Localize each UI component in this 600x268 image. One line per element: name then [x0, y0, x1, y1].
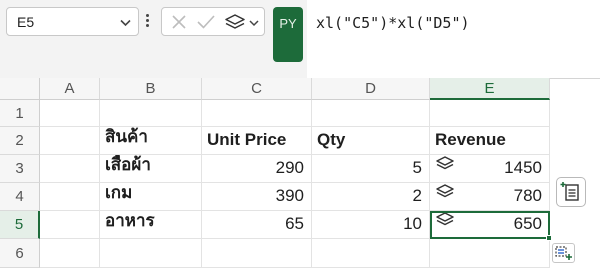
- card-view-icon: [560, 182, 579, 201]
- cancel-x-icon[interactable]: [170, 13, 188, 36]
- insert-data-card-button[interactable]: [556, 177, 586, 207]
- cell-c5[interactable]: 65: [202, 211, 312, 239]
- product-name: อาหาร: [105, 211, 155, 230]
- python-mode-badge[interactable]: PY: [273, 7, 303, 62]
- cell-b5[interactable]: อาหาร: [100, 211, 202, 239]
- cell-e6[interactable]: [430, 239, 550, 268]
- cell-c2[interactable]: Unit Price: [202, 127, 312, 155]
- header-product: สินค้า: [105, 127, 148, 146]
- column-header-d[interactable]: D: [312, 78, 430, 100]
- formula-buttons: [161, 7, 265, 36]
- formula-input[interactable]: xl("C5")*xl("D5"): [307, 0, 600, 78]
- name-box[interactable]: E5: [6, 7, 139, 36]
- unit-price-value: 65: [285, 214, 304, 233]
- python-output-icon[interactable]: [224, 13, 246, 38]
- unit-price-value: 290: [275, 158, 304, 177]
- quick-analysis-button[interactable]: [552, 243, 575, 263]
- revenue-value: 1450: [504, 158, 542, 177]
- cell-a5[interactable]: [40, 211, 100, 239]
- column-header-e[interactable]: E: [430, 78, 550, 100]
- product-name: เกม: [105, 183, 133, 202]
- cell-d3[interactable]: 5: [312, 155, 430, 183]
- cell-c1[interactable]: [202, 100, 312, 127]
- cell-c6[interactable]: [202, 239, 312, 268]
- cell-c3[interactable]: 290: [202, 155, 312, 183]
- cell-a4[interactable]: [40, 183, 100, 211]
- qty-value: 5: [412, 158, 422, 177]
- cell-c4[interactable]: 390: [202, 183, 312, 211]
- fill-handle[interactable]: [546, 235, 552, 241]
- row-header-2[interactable]: 2: [0, 127, 40, 155]
- column-header-a[interactable]: A: [40, 78, 100, 100]
- column-header-b[interactable]: B: [100, 78, 202, 100]
- name-box-value: E5: [17, 14, 35, 30]
- header-qty: Qty: [317, 130, 346, 149]
- cell-a6[interactable]: [40, 239, 100, 268]
- select-all-corner[interactable]: [0, 78, 40, 100]
- qty-value: 2: [412, 186, 422, 205]
- cell-b2[interactable]: สินค้า: [100, 127, 202, 155]
- header-revenue: Revenue: [435, 130, 506, 149]
- cell-d6[interactable]: [312, 239, 430, 268]
- cell-d2[interactable]: Qty: [312, 127, 430, 155]
- more-vertical-icon[interactable]: [146, 14, 149, 28]
- formula-bar: E5 PY xl("C5")*xl("D5"): [0, 0, 600, 78]
- python-badge-label: PY: [279, 16, 297, 31]
- active-cell-border: [430, 211, 550, 239]
- cell-b6[interactable]: [100, 239, 202, 268]
- cell-b1[interactable]: [100, 100, 202, 127]
- row-header-6[interactable]: 6: [0, 239, 40, 268]
- row-header-1[interactable]: 1: [0, 100, 40, 127]
- formula-text: xl("C5")*xl("D5"): [316, 14, 470, 32]
- cell-e3[interactable]: 1450: [430, 155, 550, 183]
- row-header-5[interactable]: 5: [0, 211, 40, 239]
- cell-e2[interactable]: Revenue: [430, 127, 550, 155]
- unit-price-value: 390: [275, 186, 304, 205]
- enter-check-icon[interactable]: [196, 13, 216, 36]
- cell-e1[interactable]: [430, 100, 550, 127]
- row-header-3[interactable]: 3: [0, 155, 40, 183]
- cell-b3[interactable]: เสื้อผ้า: [100, 155, 202, 183]
- python-output-icon[interactable]: [435, 183, 455, 206]
- row-header-4[interactable]: 4: [0, 183, 40, 211]
- chevron-down-icon[interactable]: [119, 16, 132, 34]
- cell-a2[interactable]: [40, 127, 100, 155]
- python-output-icon[interactable]: [435, 155, 455, 178]
- header-unit-price: Unit Price: [207, 130, 287, 149]
- column-header-c[interactable]: C: [202, 78, 312, 100]
- chevron-down-icon[interactable]: [248, 16, 260, 34]
- cell-d4[interactable]: 2: [312, 183, 430, 211]
- cell-a1[interactable]: [40, 100, 100, 127]
- cell-a3[interactable]: [40, 155, 100, 183]
- cell-d1[interactable]: [312, 100, 430, 127]
- revenue-value: 780: [513, 186, 542, 205]
- cell-d5[interactable]: 10: [312, 211, 430, 239]
- qty-value: 10: [403, 214, 422, 233]
- cell-e4[interactable]: 780: [430, 183, 550, 211]
- quick-analysis-icon: [555, 246, 572, 260]
- cell-b4[interactable]: เกม: [100, 183, 202, 211]
- product-name: เสื้อผ้า: [105, 155, 151, 174]
